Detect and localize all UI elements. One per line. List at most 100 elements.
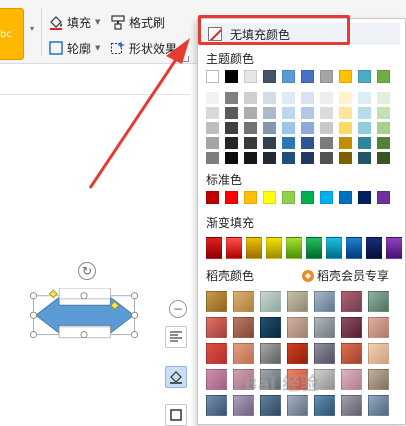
theme-shade-swatch[interactable] <box>377 92 390 104</box>
shape-effects-button[interactable]: 形状效果 ▼ <box>110 38 186 58</box>
theme-shade-swatch[interactable] <box>263 137 276 149</box>
theme-shade-swatch[interactable] <box>225 152 238 164</box>
gradient-swatch[interactable] <box>246 237 262 259</box>
theme-shade-swatch[interactable] <box>206 92 219 104</box>
theme-color-swatch[interactable] <box>358 70 371 83</box>
standard-color-swatch[interactable] <box>301 191 314 204</box>
theme-shade-swatch[interactable] <box>320 137 333 149</box>
style-gallery-more-icon[interactable]: ▾ <box>27 22 37 36</box>
theme-shade-swatch[interactable] <box>377 137 390 149</box>
theme-shade-swatch[interactable] <box>301 92 314 104</box>
theme-shade-swatch[interactable] <box>244 152 257 164</box>
gradient-swatch[interactable] <box>326 237 342 259</box>
texture-swatch[interactable] <box>287 343 308 364</box>
gradient-swatch[interactable] <box>366 237 382 259</box>
theme-shade-swatch[interactable] <box>339 107 352 119</box>
theme-color-swatch[interactable] <box>377 70 390 83</box>
theme-shade-swatch[interactable] <box>320 107 333 119</box>
gradient-swatch[interactable] <box>346 237 362 259</box>
theme-shade-swatch[interactable] <box>358 107 371 119</box>
format-painter-button[interactable]: 格式刷 <box>110 12 165 32</box>
gradient-swatch[interactable] <box>266 237 282 259</box>
theme-shade-swatch[interactable] <box>301 137 314 149</box>
dialog-launcher-icon[interactable] <box>183 56 189 62</box>
theme-shade-swatch[interactable] <box>225 122 238 134</box>
theme-shade-swatch[interactable] <box>225 92 238 104</box>
theme-shade-swatch[interactable] <box>377 122 390 134</box>
texture-swatch[interactable] <box>341 343 362 364</box>
theme-color-swatch[interactable] <box>339 70 352 83</box>
texture-swatch[interactable] <box>233 291 254 312</box>
texture-swatch[interactable] <box>368 369 389 390</box>
theme-shade-swatch[interactable] <box>244 122 257 134</box>
texture-swatch[interactable] <box>260 395 281 416</box>
theme-shade-swatch[interactable] <box>320 122 333 134</box>
texture-swatch[interactable] <box>260 343 281 364</box>
theme-shade-swatch[interactable] <box>206 137 219 149</box>
theme-shade-swatch[interactable] <box>358 92 371 104</box>
theme-shade-swatch[interactable] <box>206 122 219 134</box>
theme-shade-swatch[interactable] <box>358 122 371 134</box>
texture-swatch[interactable] <box>260 317 281 338</box>
theme-color-swatch[interactable] <box>263 70 276 83</box>
standard-color-swatch[interactable] <box>339 191 352 204</box>
texture-swatch[interactable] <box>287 395 308 416</box>
collapse-icon[interactable]: − <box>169 300 187 318</box>
theme-shade-swatch[interactable] <box>282 107 295 119</box>
texture-swatch[interactable] <box>314 343 335 364</box>
standard-color-swatch[interactable] <box>358 191 371 204</box>
gradient-swatch[interactable] <box>226 237 242 259</box>
texture-swatch[interactable] <box>368 291 389 312</box>
fill-button[interactable]: 填充 ▼ <box>48 12 100 32</box>
theme-shade-swatch[interactable] <box>339 152 352 164</box>
theme-color-swatch[interactable] <box>301 70 314 83</box>
standard-color-swatch[interactable] <box>225 191 238 204</box>
texture-swatch[interactable] <box>260 291 281 312</box>
theme-shade-swatch[interactable] <box>320 92 333 104</box>
theme-color-swatch[interactable] <box>320 70 333 83</box>
theme-shade-swatch[interactable] <box>282 92 295 104</box>
texture-swatch[interactable] <box>314 317 335 338</box>
standard-color-swatch[interactable] <box>377 191 390 204</box>
gradient-swatch[interactable] <box>386 237 402 259</box>
theme-color-swatch[interactable] <box>282 70 295 83</box>
texture-swatch[interactable] <box>368 395 389 416</box>
texture-swatch[interactable] <box>314 395 335 416</box>
texture-swatch[interactable] <box>314 291 335 312</box>
theme-shade-swatch[interactable] <box>339 137 352 149</box>
theme-shade-swatch[interactable] <box>377 107 390 119</box>
theme-shade-swatch[interactable] <box>301 107 314 119</box>
gradient-swatch[interactable] <box>286 237 302 259</box>
texture-swatch[interactable] <box>233 317 254 338</box>
shape-outline-tool-icon[interactable] <box>165 404 187 426</box>
gradient-swatch[interactable] <box>306 237 322 259</box>
theme-shade-swatch[interactable] <box>339 92 352 104</box>
theme-shade-swatch[interactable] <box>282 152 295 164</box>
texture-swatch[interactable] <box>341 317 362 338</box>
theme-shade-swatch[interactable] <box>263 122 276 134</box>
texture-swatch[interactable] <box>233 395 254 416</box>
theme-color-swatch[interactable] <box>244 70 257 83</box>
theme-color-swatch[interactable] <box>206 70 219 83</box>
texture-swatch[interactable] <box>368 343 389 364</box>
texture-swatch[interactable] <box>341 369 362 390</box>
standard-color-swatch[interactable] <box>320 191 333 204</box>
theme-shade-swatch[interactable] <box>263 92 276 104</box>
texture-swatch[interactable] <box>206 291 227 312</box>
theme-color-swatch[interactable] <box>225 70 238 83</box>
theme-shade-swatch[interactable] <box>339 122 352 134</box>
texture-swatch[interactable] <box>287 317 308 338</box>
texture-swatch[interactable] <box>206 395 227 416</box>
texture-swatch[interactable] <box>233 343 254 364</box>
standard-color-swatch[interactable] <box>206 191 219 204</box>
theme-shade-swatch[interactable] <box>282 137 295 149</box>
texture-swatch[interactable] <box>206 369 227 390</box>
gradient-swatch[interactable] <box>206 237 222 259</box>
texture-swatch[interactable] <box>341 291 362 312</box>
theme-shade-swatch[interactable] <box>263 152 276 164</box>
rotate-handle-icon[interactable]: ↻ <box>78 262 96 280</box>
standard-color-swatch[interactable] <box>282 191 295 204</box>
theme-shade-swatch[interactable] <box>263 107 276 119</box>
texture-swatch[interactable] <box>341 395 362 416</box>
theme-shade-swatch[interactable] <box>206 107 219 119</box>
